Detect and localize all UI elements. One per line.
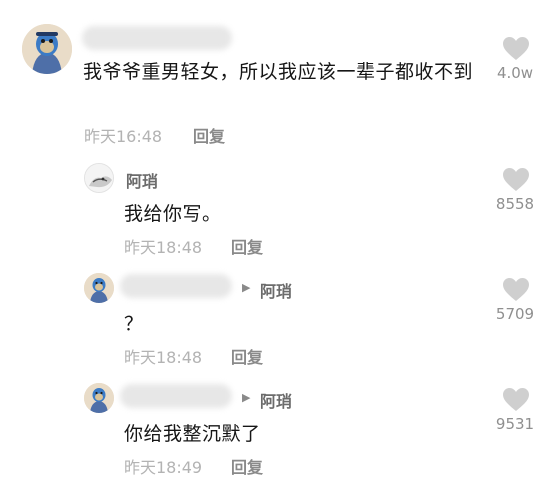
- reply-time: 昨天18:48: [124, 348, 203, 367]
- reply-button[interactable]: 回复: [231, 344, 263, 368]
- reply-button[interactable]: 回复: [193, 123, 225, 147]
- heart-icon[interactable]: [503, 37, 529, 61]
- reply-username[interactable]: 阿琑: [126, 168, 158, 192]
- reply-button[interactable]: 回复: [231, 454, 263, 478]
- reply-time: 昨天18:48: [124, 238, 203, 257]
- comment-text: 我爷爷重男轻女，所以我应该一辈子都收不到: [83, 61, 474, 83]
- triangle-right-icon: ▶: [242, 281, 251, 294]
- reply-time: 昨天18:49: [124, 458, 203, 477]
- comment-time: 昨天16:48: [84, 127, 163, 146]
- heart-icon[interactable]: [503, 168, 529, 192]
- heart-icon[interactable]: [503, 278, 529, 302]
- reply-to-username[interactable]: 阿琑: [260, 388, 292, 412]
- reply-text: 我给你写。: [124, 203, 222, 225]
- avatar[interactable]: [84, 273, 114, 303]
- like-count: 9531: [495, 415, 535, 433]
- username-redacted: [120, 274, 232, 298]
- reply-text: 你给我整沉默了: [124, 423, 261, 445]
- avatar[interactable]: [84, 163, 114, 193]
- reply-to-username[interactable]: 阿琑: [260, 278, 292, 302]
- username-redacted: [120, 384, 232, 408]
- triangle-right-icon: ▶: [242, 391, 251, 404]
- heart-icon[interactable]: [503, 388, 529, 412]
- reply-text: ？: [124, 313, 144, 335]
- username-redacted: [82, 26, 232, 50]
- avatar[interactable]: [84, 383, 114, 413]
- reply-button[interactable]: 回复: [231, 234, 263, 258]
- like-count: 4.0w: [496, 64, 534, 82]
- avatar[interactable]: [22, 24, 72, 74]
- like-count: 5709: [495, 305, 535, 323]
- like-count: 8558: [495, 195, 535, 213]
